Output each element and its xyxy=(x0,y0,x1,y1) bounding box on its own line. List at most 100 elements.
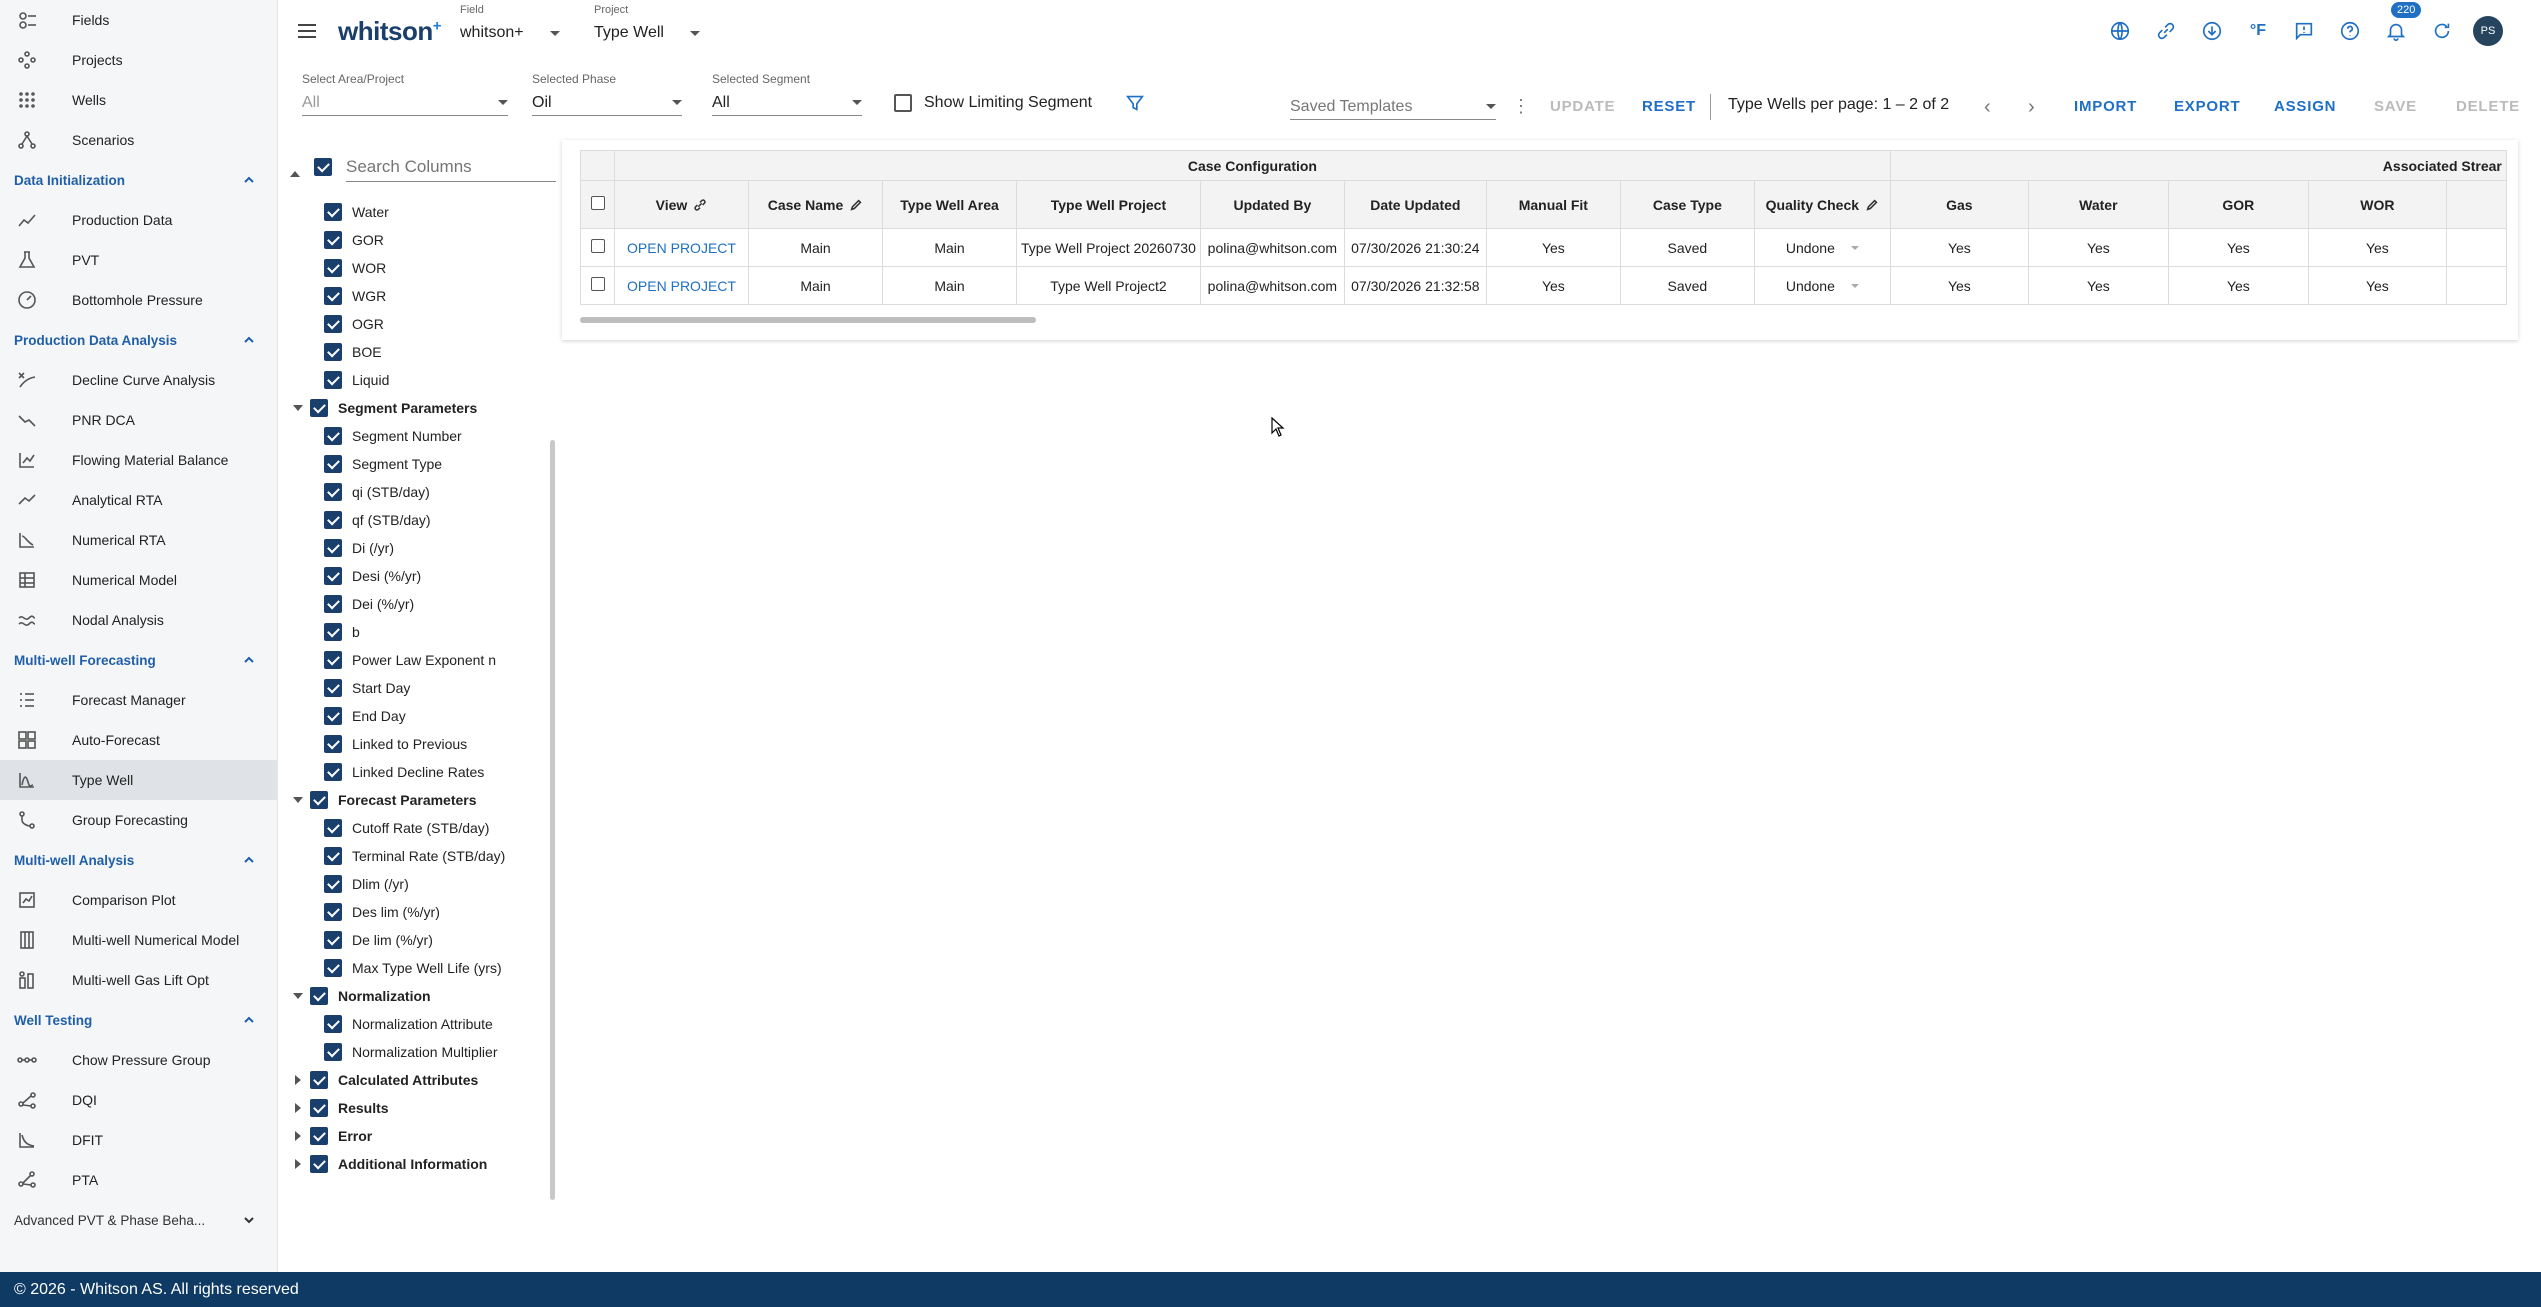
column-option[interactable]: Water xyxy=(286,198,548,226)
cell-quality-check[interactable]: Undone xyxy=(1753,266,1891,305)
update-button[interactable]: UPDATE xyxy=(1550,98,1615,115)
temperature-unit-toggle[interactable]: °F xyxy=(2243,16,2273,46)
column-header-gor[interactable]: GOR xyxy=(2167,180,2309,229)
column-header-case-type[interactable]: Case Type xyxy=(1619,180,1755,229)
column-option[interactable]: Desi (%/yr) xyxy=(286,562,548,590)
checkbox[interactable] xyxy=(324,875,342,893)
delete-button[interactable]: DELETE xyxy=(2456,98,2520,115)
checkbox[interactable] xyxy=(324,511,342,529)
sidebar-item-pnr-dca[interactable]: PNR DCA xyxy=(0,400,277,440)
refresh-icon[interactable] xyxy=(2427,16,2457,46)
checkbox[interactable] xyxy=(324,707,342,725)
column-option[interactable]: Segment Type xyxy=(286,450,548,478)
column-header-type-well-project[interactable]: Type Well Project xyxy=(1016,180,1201,229)
column-option[interactable]: b xyxy=(286,618,548,646)
sidebar-item-group-forecasting[interactable]: Group Forecasting xyxy=(0,800,277,840)
column-header-type-well-area[interactable]: Type Well Area xyxy=(882,180,1017,229)
checkbox[interactable] xyxy=(324,287,342,305)
sidebar-section-multi-well-forecasting[interactable]: Multi-well Forecasting xyxy=(0,640,277,680)
expand-down-icon[interactable] xyxy=(286,405,310,411)
link-icon[interactable] xyxy=(2151,16,2181,46)
sidebar-item-fields[interactable]: Fields xyxy=(0,0,277,40)
column-option[interactable]: Linked Decline Rates xyxy=(286,758,548,786)
table-row[interactable]: OPEN PROJECT Main Main Type Well Project 20… xyxy=(580,228,2507,267)
checkbox[interactable] xyxy=(324,231,342,249)
column-option[interactable]: WOR xyxy=(286,254,548,282)
sidebar-item-dfit[interactable]: DFIT xyxy=(0,1120,277,1160)
column-group-forecast-parameters[interactable]: Forecast Parameters xyxy=(286,786,548,814)
globe-icon[interactable] xyxy=(2105,16,2135,46)
column-option[interactable]: Start Day xyxy=(286,674,548,702)
expand-down-icon[interactable] xyxy=(286,993,310,999)
column-group-normalization[interactable]: Normalization xyxy=(286,982,548,1010)
table-horizontal-scrollbar[interactable] xyxy=(580,317,1036,323)
checkbox[interactable] xyxy=(324,343,342,361)
edit-pencil-icon[interactable] xyxy=(1859,197,1879,213)
column-option[interactable]: Di (/yr) xyxy=(286,534,548,562)
sidebar-section-advanced-pvt[interactable]: Advanced PVT & Phase Beha... xyxy=(0,1200,277,1240)
edit-pencil-icon[interactable] xyxy=(843,197,863,213)
notifications-bell-icon[interactable]: 220 xyxy=(2381,2,2422,46)
column-header-date-updated[interactable]: Date Updated xyxy=(1343,180,1487,229)
column-option[interactable]: Dlim (/yr) xyxy=(286,870,548,898)
sidebar-item-nodal-analysis[interactable]: Nodal Analysis xyxy=(0,600,277,640)
column-option[interactable]: Segment Number xyxy=(286,422,548,450)
download-icon[interactable] xyxy=(2197,16,2227,46)
sidebar-item-flowing-material-balance[interactable]: Flowing Material Balance xyxy=(0,440,277,480)
sidebar-item-production-data[interactable]: Production Data xyxy=(0,200,277,240)
whitson-logo[interactable]: whitson+ xyxy=(338,16,442,47)
checkbox[interactable] xyxy=(324,567,342,585)
prev-page-icon[interactable]: ‹ xyxy=(1984,96,1991,119)
checkbox[interactable] xyxy=(310,987,328,1005)
table-row[interactable]: OPEN PROJECT Main Main Type Well Project2 po… xyxy=(580,266,2507,305)
project-selector[interactable]: Project Type Well xyxy=(594,4,700,42)
column-group-error[interactable]: Error xyxy=(286,1122,548,1150)
checkbox[interactable] xyxy=(324,595,342,613)
checkbox[interactable] xyxy=(310,399,328,417)
sidebar-section-well-testing[interactable]: Well Testing xyxy=(0,1000,277,1040)
row-checkbox[interactable] xyxy=(590,239,605,253)
sidebar-item-dqi[interactable]: DQI xyxy=(0,1080,277,1120)
sidebar-item-forecast-manager[interactable]: Forecast Manager xyxy=(0,680,277,720)
checkbox[interactable] xyxy=(324,903,342,921)
area-project-select[interactable]: Select Area/Project All xyxy=(302,72,508,116)
checkbox[interactable] xyxy=(310,1099,328,1117)
reset-button[interactable]: RESET xyxy=(1642,98,1696,115)
column-header-quality-check[interactable]: Quality Check xyxy=(1753,180,1891,229)
column-option[interactable]: WGR xyxy=(286,282,548,310)
checkbox[interactable] xyxy=(324,371,342,389)
column-group-calculated-attributes[interactable]: Calculated Attributes xyxy=(286,1066,548,1094)
checkbox[interactable] xyxy=(310,791,328,809)
feedback-icon[interactable] xyxy=(2289,16,2319,46)
expand-right-icon[interactable] xyxy=(286,1131,310,1141)
sidebar-item-analytical-rta[interactable]: Analytical RTA xyxy=(0,480,277,520)
checkbox[interactable] xyxy=(310,1155,328,1173)
sidebar-item-chow-pressure-group[interactable]: Chow Pressure Group xyxy=(0,1040,277,1080)
checkbox[interactable] xyxy=(324,539,342,557)
checkbox[interactable] xyxy=(324,959,342,977)
expand-right-icon[interactable] xyxy=(286,1103,310,1113)
column-header-manual-fit[interactable]: Manual Fit xyxy=(1485,180,1621,229)
sidebar-item-multi-well-gas-lift-opt[interactable]: Multi-well Gas Lift Opt xyxy=(0,960,277,1000)
segment-select[interactable]: Selected Segment All xyxy=(712,72,862,116)
open-project-link[interactable]: OPEN PROJECT xyxy=(627,278,736,294)
column-header-water[interactable]: Water xyxy=(2027,180,2169,229)
checkbox[interactable] xyxy=(324,931,342,949)
column-option[interactable]: De lim (%/yr) xyxy=(286,926,548,954)
hamburger-menu-icon[interactable] xyxy=(296,20,318,42)
import-button[interactable]: IMPORT xyxy=(2074,98,2137,115)
show-limiting-segment-checkbox[interactable]: Show Limiting Segment xyxy=(894,94,1092,112)
column-option[interactable]: OGR xyxy=(286,310,548,338)
expand-right-icon[interactable] xyxy=(286,1159,310,1169)
checkbox[interactable] xyxy=(324,259,342,277)
column-option[interactable]: Des lim (%/yr) xyxy=(286,898,548,926)
sidebar-item-scenarios[interactable]: Scenarios xyxy=(0,120,277,160)
sidebar-section-multi-well-analysis[interactable]: Multi-well Analysis xyxy=(0,840,277,880)
sidebar-item-numerical-rta[interactable]: Numerical RTA xyxy=(0,520,277,560)
checkbox[interactable] xyxy=(324,623,342,641)
column-option[interactable]: Normalization Multiplier xyxy=(286,1038,548,1066)
column-option[interactable]: Linked to Previous xyxy=(286,730,548,758)
row-checkbox[interactable] xyxy=(590,277,605,291)
column-option[interactable]: Power Law Exponent n xyxy=(286,646,548,674)
column-header-wor[interactable]: WOR xyxy=(2307,180,2447,229)
